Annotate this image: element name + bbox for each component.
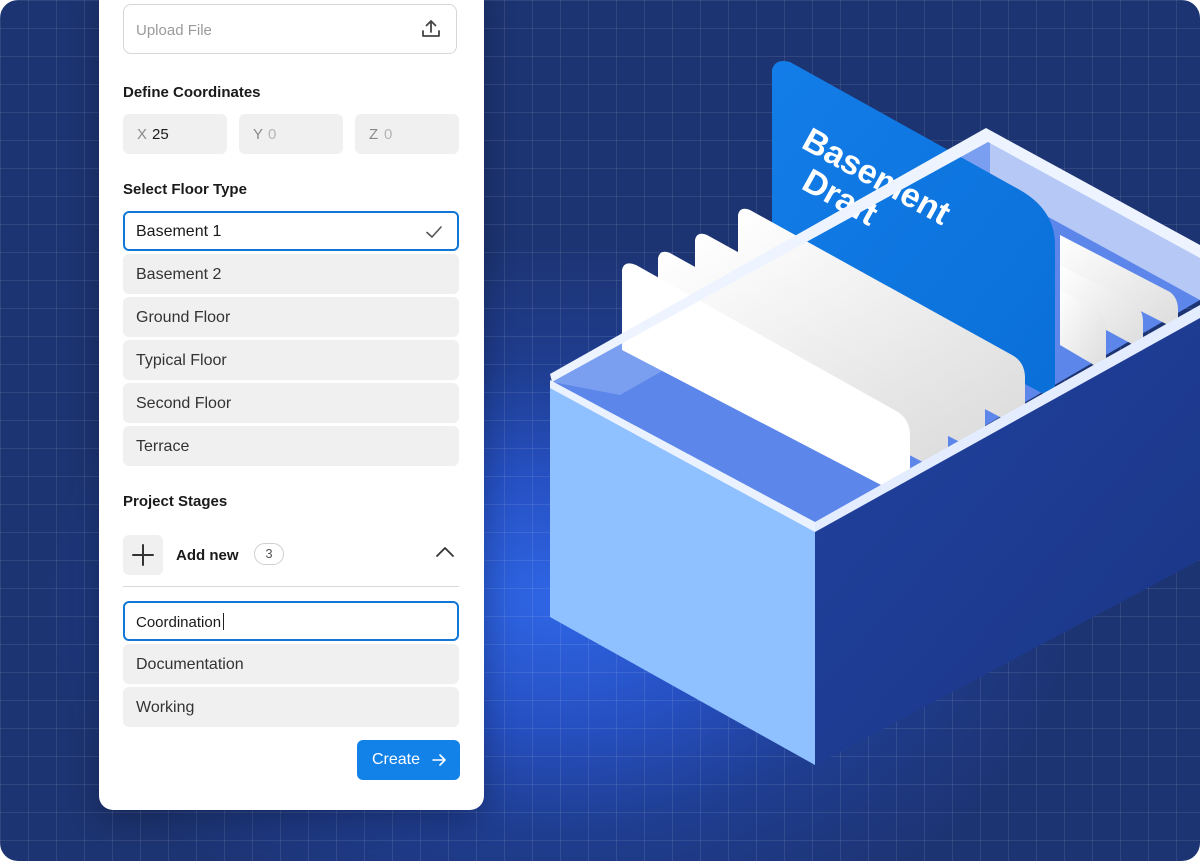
text-caret	[223, 613, 225, 630]
coord-y-label: Y	[253, 126, 264, 143]
chevron-up-icon[interactable]	[435, 545, 455, 559]
arrow-right-icon	[432, 754, 446, 766]
stage-count-badge: 3	[254, 543, 284, 565]
check-icon	[426, 226, 442, 238]
upload-placeholder: Upload File	[136, 22, 212, 39]
coordinates-heading: Define Coordinates	[123, 84, 261, 101]
coord-y-field[interactable]: Y 0	[239, 114, 343, 154]
coord-x-label: X	[137, 126, 148, 143]
floor-option-label: Terrace	[136, 438, 190, 455]
floor-option-basement-1[interactable]: Basement 1	[123, 211, 459, 251]
stage-input-value: Coordination	[136, 614, 222, 631]
floor-option-label: Ground Floor	[136, 309, 231, 326]
stage-item-documentation[interactable]: Documentation	[123, 644, 459, 684]
floor-option-second-floor[interactable]: Second Floor	[123, 383, 459, 423]
floor-option-label: Second Floor	[136, 395, 232, 412]
upload-icon[interactable]	[420, 18, 442, 40]
coord-y-value: 0	[268, 126, 277, 143]
floor-option-typical-floor[interactable]: Typical Floor	[123, 340, 459, 380]
form-panel: Upload File Define Coordinates X 25 Y 0 …	[99, 0, 484, 810]
add-new-label: Add new	[176, 547, 239, 564]
floor-option-terrace[interactable]: Terrace	[123, 426, 459, 466]
floor-option-ground-floor[interactable]: Ground Floor	[123, 297, 459, 337]
stage-item-label: Documentation	[136, 656, 244, 673]
plus-icon	[132, 544, 154, 566]
floor-option-label: Typical Floor	[136, 352, 227, 369]
coord-x-field[interactable]: X 25	[123, 114, 227, 154]
coord-x-value: 25	[152, 126, 169, 143]
stage-item-label: Working	[136, 699, 195, 716]
add-stage-button[interactable]	[123, 535, 163, 575]
stage-name-input[interactable]: Coordination	[123, 601, 459, 641]
project-stages-heading: Project Stages	[123, 493, 228, 510]
section-divider	[123, 586, 459, 587]
create-button[interactable]: Create	[357, 740, 460, 780]
coord-z-value: 0	[384, 126, 393, 143]
coord-z-label: Z	[369, 126, 379, 143]
coord-z-field[interactable]: Z 0	[355, 114, 459, 154]
background-canvas: Basement Draft Upload File Define Coordi…	[0, 0, 1200, 861]
floor-option-label: Basement 2	[136, 266, 222, 283]
upload-file-field[interactable]: Upload File	[123, 4, 457, 54]
floor-option-basement-2[interactable]: Basement 2	[123, 254, 459, 294]
floor-option-label: Basement 1	[136, 223, 222, 240]
floor-type-heading: Select Floor Type	[123, 181, 247, 198]
stage-item-working[interactable]: Working	[123, 687, 459, 727]
create-label: Create	[372, 751, 421, 768]
